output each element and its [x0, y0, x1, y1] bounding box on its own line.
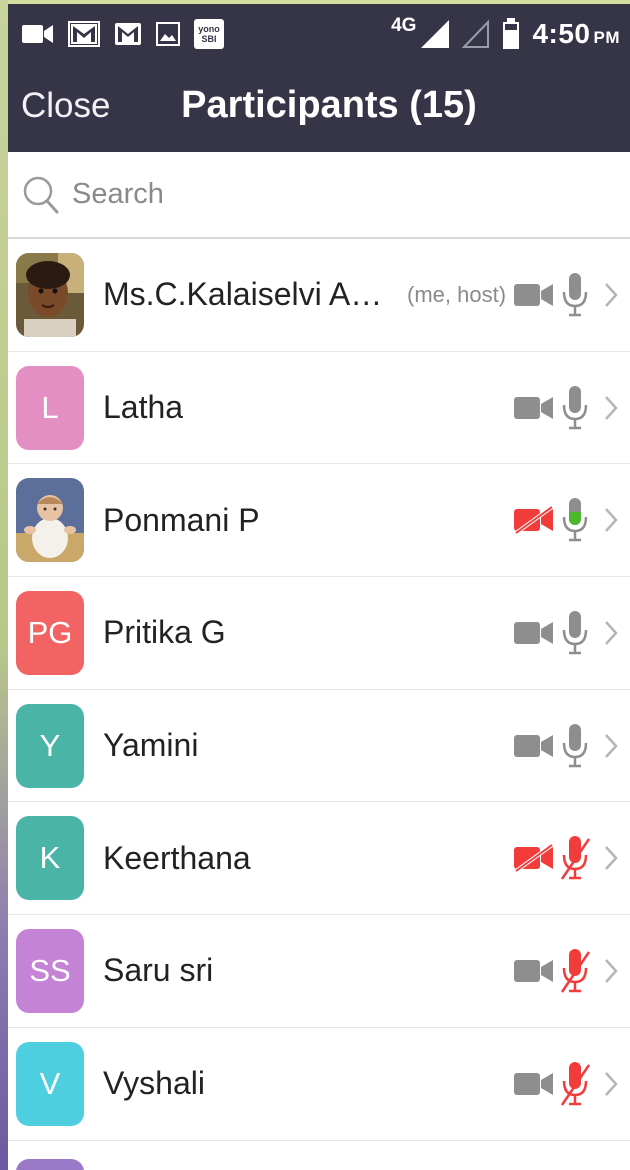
- participant-row[interactable]: Y Yamini: [8, 690, 630, 803]
- chevron-right-icon: [605, 1071, 618, 1096]
- wallpaper-edge-left: [0, 0, 8, 1170]
- participant-name: Latha: [103, 389, 184, 426]
- status-bar: yono SBI 4G 4:50 PM: [8, 4, 630, 64]
- chevron-right-icon: [605, 283, 618, 307]
- participant-name: Ms.C.Kalaiselvi ASS...: [103, 276, 393, 313]
- participant-name: Saru sri: [103, 952, 214, 989]
- participant-status-icons: [514, 690, 618, 802]
- chevron-right-icon: [605, 959, 618, 983]
- video-icon: [514, 1072, 553, 1095]
- participants-header: Close Participants (15): [8, 64, 630, 152]
- gmail-icon: [114, 22, 142, 46]
- profile-photo: [16, 252, 84, 337]
- microphone-active-icon: [562, 498, 588, 542]
- participant-status-icons: [514, 464, 618, 576]
- search-bar: [8, 152, 630, 239]
- video-icon: [514, 283, 553, 306]
- video-icon: [514, 396, 553, 419]
- avatar: [16, 1158, 84, 1170]
- host-tag: (me, host): [407, 281, 507, 307]
- list-item-partial[interactable]: [8, 1141, 630, 1170]
- chevron-right-icon: [605, 395, 618, 420]
- chevron-right-icon: [605, 508, 618, 533]
- participant-row[interactable]: SS Saru sri: [8, 915, 630, 1028]
- avatar: [16, 252, 84, 337]
- video-icon: [514, 734, 553, 757]
- participant-row[interactable]: V Vyshali: [8, 1028, 630, 1141]
- participant-row[interactable]: Ms.C.Kalaiselvi ASS... (me, host): [8, 239, 630, 352]
- avatar-initials: V: [39, 1065, 61, 1101]
- chevron-right-icon: [605, 621, 618, 645]
- video-icon: [514, 621, 553, 644]
- yono-sbi-icon: yono SBI: [194, 19, 224, 49]
- clock: 4:50 PM: [532, 18, 620, 49]
- chevron-right-icon: [605, 846, 618, 871]
- video-off-icon: [514, 844, 554, 873]
- participant-name: Ponmani P: [103, 501, 260, 538]
- search-input[interactable]: [72, 178, 572, 211]
- microphone-muted-icon: [560, 948, 590, 993]
- page-title: Participants (15): [181, 84, 477, 126]
- participant-name: Vyshali: [103, 1065, 205, 1102]
- participant-status-icons: [514, 1028, 618, 1140]
- participant-row[interactable]: K Keerthana: [8, 802, 630, 916]
- signal-empty-icon: [462, 19, 490, 49]
- participant-row[interactable]: L Latha: [8, 352, 630, 465]
- avatar: Y: [16, 703, 84, 788]
- battery-icon: [502, 18, 520, 50]
- network-type: 4G: [391, 15, 417, 36]
- participant-row[interactable]: PG Pritika G: [8, 577, 630, 690]
- participant-status-icons: [514, 352, 618, 464]
- avatar-initials: PG: [27, 614, 73, 650]
- video-off-icon: [514, 506, 554, 535]
- avatar-initials: K: [39, 840, 61, 876]
- avatar: V: [16, 1041, 84, 1126]
- avatar-initials: SS: [29, 952, 71, 988]
- participant-name: Pritika G: [103, 614, 226, 651]
- avatar: SS: [16, 928, 84, 1013]
- signal-full-icon: [420, 19, 450, 49]
- participant-row[interactable]: Ponmani P: [8, 464, 630, 578]
- avatar: [16, 478, 84, 563]
- microphone-muted-icon: [560, 1061, 590, 1106]
- participant-status-icons: [514, 577, 618, 689]
- participant-status-icons: [514, 239, 618, 351]
- participant-status-icons: [514, 802, 618, 914]
- avatar-initials: Y: [39, 727, 61, 763]
- avatar-initials: L: [41, 389, 59, 425]
- profile-photo: [16, 478, 84, 563]
- microphone-icon: [562, 610, 588, 655]
- chevron-right-icon: [605, 733, 618, 758]
- microphone-muted-icon: [560, 836, 590, 880]
- participants-screen: yono SBI 4G 4:50 PM Close Participants (1…: [8, 4, 630, 1170]
- system-status: 4G 4:50 PM: [391, 15, 620, 50]
- microphone-icon: [562, 272, 588, 317]
- avatar: L: [16, 365, 84, 450]
- participant-name: Yamini: [103, 727, 199, 764]
- participant-list: Ms.C.Kalaiselvi ASS... (me, host) L Latha Po…: [8, 239, 630, 1141]
- video-icon: [514, 959, 553, 982]
- microphone-icon: [562, 385, 588, 429]
- participant-status-icons: [514, 915, 618, 1027]
- participant-name: Keerthana: [103, 839, 251, 876]
- notification-icons: yono SBI: [22, 19, 224, 49]
- gmail-icon: [68, 21, 100, 47]
- microphone-icon: [562, 723, 588, 767]
- search-icon: [23, 176, 59, 213]
- video-camera-icon: [22, 23, 54, 45]
- avatar: K: [16, 816, 84, 901]
- image-icon: [156, 22, 180, 46]
- avatar: PG: [16, 590, 84, 675]
